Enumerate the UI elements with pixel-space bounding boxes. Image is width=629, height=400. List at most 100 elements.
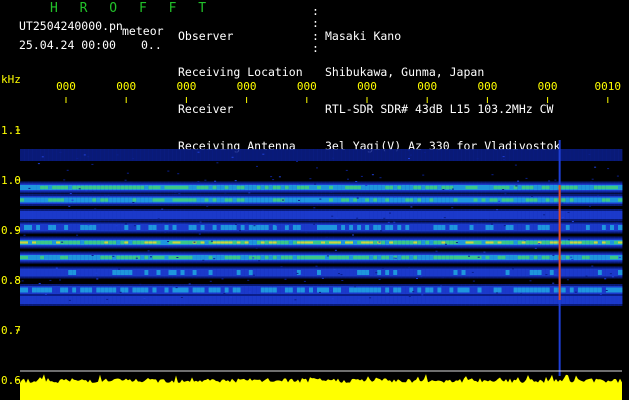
band-segment — [212, 211, 217, 219]
band-segment — [553, 296, 559, 304]
band-segment — [232, 255, 238, 260]
band-segment — [232, 211, 238, 219]
band-segment — [264, 255, 270, 260]
band-segment — [68, 286, 73, 294]
noise-dot — [300, 294, 303, 296]
noise-dot — [502, 189, 505, 190]
x-tick-label: 000 — [417, 80, 437, 93]
band-segment — [40, 185, 45, 190]
noise-dot — [258, 260, 261, 262]
band-segment — [116, 211, 121, 219]
band-segment — [172, 211, 177, 219]
band-segment — [585, 149, 591, 161]
band-segment — [337, 185, 342, 190]
band-segment — [521, 211, 527, 219]
noise-dot — [442, 277, 445, 279]
noise-dot — [412, 291, 415, 293]
band-segment — [52, 211, 57, 219]
band-segment — [300, 296, 306, 304]
band-segment — [397, 287, 402, 293]
band-segment — [300, 268, 306, 277]
band-segment — [597, 149, 603, 161]
band-segment — [365, 225, 370, 230]
band-segment — [365, 255, 370, 260]
noise-dot — [476, 158, 479, 160]
band-segment — [236, 270, 242, 275]
band-segment — [140, 185, 145, 190]
band-segment — [76, 223, 81, 232]
noise-dot — [441, 217, 444, 219]
band-segment — [288, 197, 294, 203]
band-segment — [425, 240, 430, 245]
band-segment — [48, 225, 53, 230]
band-segment — [505, 149, 510, 161]
band-segment — [104, 223, 109, 232]
band-segment — [100, 211, 105, 219]
band-segment — [597, 197, 603, 203]
band-segment — [481, 211, 486, 219]
band-segment — [256, 225, 262, 230]
band-segment — [224, 225, 230, 230]
band-segment — [284, 255, 290, 260]
band-segment — [473, 286, 478, 294]
band-segment — [381, 149, 386, 161]
band-segment — [96, 287, 101, 293]
band-segment — [610, 296, 615, 304]
band-segment — [529, 211, 535, 219]
band-segment — [381, 255, 386, 260]
band-segment — [276, 296, 282, 304]
band-segment — [228, 149, 234, 161]
band-segment — [268, 211, 274, 219]
band-segment — [373, 287, 378, 293]
band-segment — [72, 255, 77, 260]
band-segment — [24, 287, 29, 293]
band-segment — [549, 185, 555, 190]
band-segment — [160, 296, 165, 304]
noise-dot — [607, 168, 610, 170]
band-segment — [60, 296, 65, 304]
band-segment — [561, 287, 567, 293]
noise-dot — [87, 156, 90, 158]
band-segment — [44, 197, 49, 203]
band-segment — [64, 240, 69, 245]
noise-dot — [448, 189, 451, 191]
band-segment — [545, 149, 551, 161]
band-segment — [349, 185, 354, 190]
band-segment — [92, 211, 97, 219]
noise-dot — [552, 282, 555, 284]
band-segment — [136, 268, 141, 277]
band-segment — [597, 211, 603, 219]
band-segment — [541, 268, 547, 277]
band-segment — [120, 197, 125, 203]
band-segment — [525, 296, 531, 304]
band-segment — [120, 223, 125, 232]
noise-dot — [319, 291, 321, 293]
noise-dot — [617, 276, 620, 278]
band-segment — [497, 296, 502, 304]
noise-dot — [514, 164, 517, 166]
band-segment — [240, 286, 246, 294]
band-segment — [40, 296, 45, 304]
band-segment — [537, 211, 543, 219]
band-segment — [160, 223, 165, 232]
band-segment — [92, 268, 97, 277]
band-segment — [20, 287, 25, 293]
noise-dot — [94, 208, 97, 210]
band-segment — [40, 149, 45, 161]
band-segment — [60, 223, 65, 232]
band-segment — [473, 296, 478, 304]
band-segment — [405, 225, 410, 230]
band-segment — [188, 296, 193, 304]
band-segment — [309, 185, 314, 190]
band-segment — [393, 287, 398, 293]
band-segment — [573, 241, 579, 244]
band-segment — [473, 223, 478, 232]
noise-dot — [197, 151, 200, 153]
band-segment — [337, 287, 342, 293]
band-segment — [44, 185, 49, 190]
band-segment — [397, 149, 402, 161]
band-segment — [317, 225, 322, 230]
noise-dot — [303, 280, 306, 282]
noise-dot — [332, 157, 335, 159]
noise-dot — [517, 180, 520, 182]
